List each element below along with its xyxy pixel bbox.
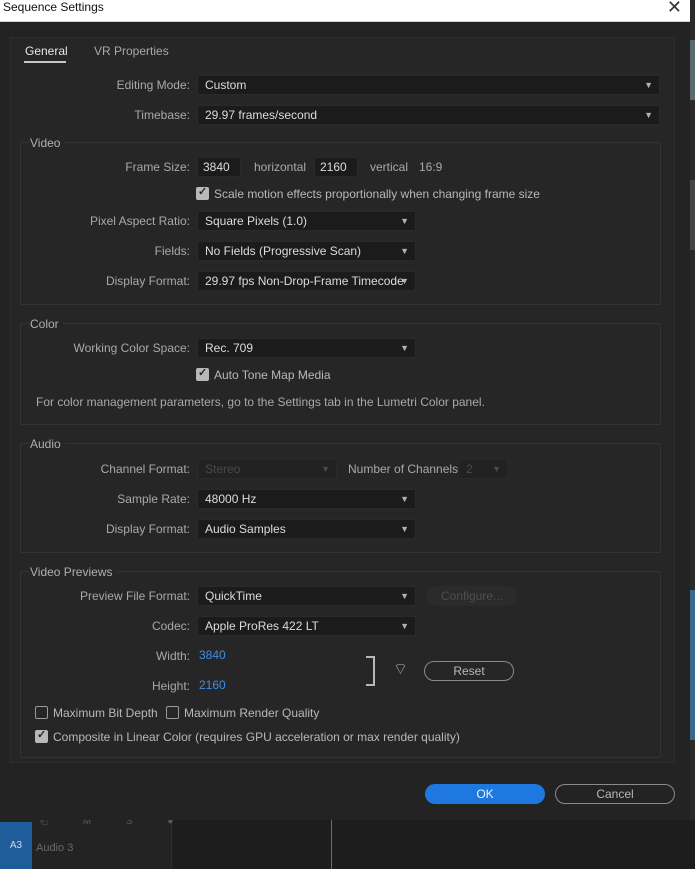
chevron-down-icon: ▼: [400, 216, 409, 226]
scale-motion-checkbox[interactable]: [196, 185, 209, 200]
pixel-aspect-ratio-label: Pixel Aspect Ratio:: [89, 214, 190, 228]
sample-rate-value: 48000 Hz: [205, 492, 257, 506]
timebase-value: 29.97 frames/second: [205, 108, 318, 122]
frame-height-input[interactable]: [314, 157, 358, 177]
chevron-down-icon: ▼: [644, 110, 653, 120]
working-color-space-dropdown[interactable]: Rec. 709 ▼: [197, 338, 416, 358]
chevron-down-icon: ▼: [644, 80, 653, 90]
scale-motion-label: Scale motion effects proportionally when…: [214, 187, 540, 201]
pixel-aspect-ratio-dropdown[interactable]: Square Pixels (1.0) ▼: [197, 211, 416, 231]
sequence-settings-dialog: General VR Properties Editing Mode: Cust…: [0, 22, 690, 820]
tab-general[interactable]: General: [25, 44, 68, 58]
color-section-title: Color: [30, 317, 63, 331]
editing-mode-dropdown[interactable]: Custom ▼: [197, 75, 660, 95]
active-tab-indicator: [24, 61, 66, 63]
background-strip: [690, 590, 695, 740]
link-bracket: [366, 656, 375, 686]
frame-size-label: Frame Size:: [125, 160, 190, 174]
background-strip: [690, 180, 695, 250]
editing-mode-value: Custom: [205, 78, 247, 92]
linear-color-checkbox[interactable]: [35, 728, 48, 743]
chevron-down-icon: ▼: [400, 591, 409, 601]
timebase-dropdown[interactable]: 29.97 frames/second ▼: [197, 105, 660, 125]
configure-button: Configure...: [427, 586, 517, 606]
sample-rate-dropdown[interactable]: 48000 Hz ▼: [197, 489, 416, 509]
fields-value: No Fields (Progressive Scan): [205, 244, 362, 258]
tab-vr-properties[interactable]: VR Properties: [94, 44, 169, 58]
audio-display-format-value: Audio Samples: [205, 522, 286, 536]
vertical-label: vertical: [370, 160, 409, 174]
maximum-render-quality-checkbox[interactable]: [166, 706, 179, 719]
channel-format-value: Stereo: [205, 462, 241, 476]
chevron-down-icon: ▼: [400, 246, 409, 256]
video-section-title: Video: [30, 136, 65, 150]
preview-width-value[interactable]: 3840: [199, 648, 226, 662]
reset-button[interactable]: Reset: [424, 661, 514, 681]
preview-file-format-dropdown[interactable]: QuickTime ▼: [197, 586, 416, 606]
preview-width-label: Width:: [155, 649, 190, 663]
background-strip: [690, 40, 695, 100]
timebase-label: Timebase:: [134, 108, 190, 122]
editing-mode-label: Editing Mode:: [116, 78, 190, 92]
preview-file-format-label: Preview File Format:: [79, 589, 190, 603]
codec-label: Codec:: [151, 619, 190, 633]
linear-color-label: Composite in Linear Color (requires GPU …: [53, 730, 460, 744]
number-of-channels-label: Number of Channels:: [348, 462, 462, 476]
channel-format-dropdown: Stereo ▼: [197, 459, 337, 479]
title-bar: Sequence Settings ✕: [0, 0, 690, 22]
track-target[interactable]: A3: [0, 822, 32, 869]
video-previews-section-title: Video Previews: [30, 565, 117, 579]
close-icon[interactable]: ✕: [667, 0, 682, 17]
link-icon[interactable]: ⌔: [393, 659, 408, 679]
preview-height-label: Height:: [151, 679, 190, 693]
number-of-channels-value: 2: [466, 462, 473, 476]
audio-section-title: Audio: [30, 437, 65, 451]
fields-dropdown[interactable]: No Fields (Progressive Scan) ▼: [197, 241, 416, 261]
number-of-channels-dropdown: 2 ▼: [458, 459, 508, 479]
audio-display-format-label: Display Format:: [105, 522, 190, 536]
chevron-down-icon: ▼: [400, 343, 409, 353]
horizontal-label: horizontal: [254, 160, 307, 174]
chevron-down-icon: ▼: [400, 524, 409, 534]
frame-width-input[interactable]: [197, 157, 241, 177]
video-display-format-label: Display Format:: [105, 274, 190, 288]
audio-display-format-dropdown[interactable]: Audio Samples ▼: [197, 519, 416, 539]
auto-tone-map-checkbox[interactable]: [196, 366, 209, 381]
preview-height-value[interactable]: 2160: [199, 678, 226, 692]
maximum-bit-depth-checkbox[interactable]: [35, 706, 48, 719]
chevron-down-icon: ▼: [492, 464, 501, 474]
window-title: Sequence Settings: [3, 0, 104, 14]
codec-value: Apple ProRes 422 LT: [205, 619, 319, 633]
chevron-down-icon: ▼: [400, 494, 409, 504]
chevron-down-icon: ▼: [400, 621, 409, 631]
auto-tone-map-label: Auto Tone Map Media: [214, 368, 331, 382]
pixel-aspect-ratio-value: Square Pixels (1.0): [205, 214, 308, 228]
playhead[interactable]: [331, 820, 332, 869]
track-name: Audio 3: [36, 842, 74, 854]
maximum-bit-depth-label: Maximum Bit Depth: [53, 706, 158, 720]
channel-format-label: Channel Format:: [100, 462, 190, 476]
video-display-format-dropdown[interactable]: 29.97 fps Non-Drop-Frame Timecode ▼: [197, 271, 416, 291]
working-color-space-value: Rec. 709: [205, 341, 254, 355]
color-management-note: For color management parameters, go to t…: [36, 395, 485, 409]
ok-button[interactable]: OK: [425, 784, 545, 804]
fields-label: Fields:: [154, 244, 190, 258]
maximum-render-quality-label: Maximum Render Quality: [184, 706, 320, 720]
sample-rate-label: Sample Rate:: [117, 492, 190, 506]
cancel-button[interactable]: Cancel: [555, 784, 675, 804]
working-color-space-label: Working Color Space:: [73, 341, 191, 355]
preview-file-format-value: QuickTime: [205, 589, 262, 603]
video-display-format-value: 29.97 fps Non-Drop-Frame Timecode: [205, 274, 404, 288]
aspect-ratio: 16:9: [419, 160, 443, 174]
chevron-down-icon: ▼: [400, 276, 409, 286]
chevron-down-icon: ▼: [321, 464, 330, 474]
codec-dropdown[interactable]: Apple ProRes 422 LT ▼: [197, 616, 416, 636]
